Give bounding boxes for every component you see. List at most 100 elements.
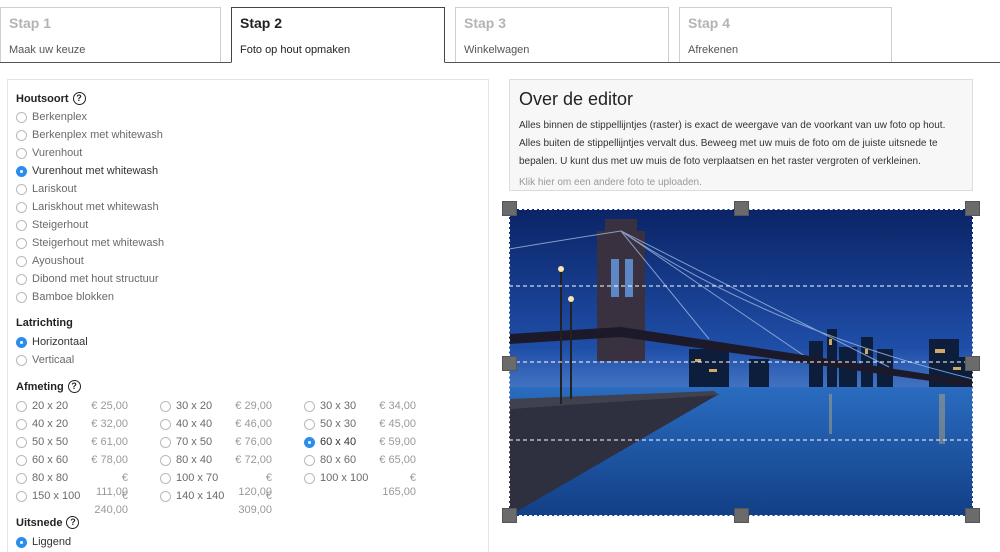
radio-button[interactable]: [304, 472, 315, 484]
resize-handle-top-right[interactable]: [965, 201, 980, 216]
houtsoort-option[interactable]: Bamboe blokken: [16, 290, 114, 304]
houtsoort-option[interactable]: Berkenplex met whitewash: [16, 128, 163, 142]
radio-button[interactable]: [16, 129, 27, 141]
radio-button[interactable]: [16, 336, 27, 348]
houtsoort-option[interactable]: Steigerhout: [16, 218, 88, 232]
radio-button[interactable]: [160, 472, 171, 484]
radio-button[interactable]: [16, 291, 27, 303]
size-price: € 120,00: [238, 472, 272, 498]
option-label: Verticaal: [32, 354, 75, 366]
radio-button[interactable]: [160, 454, 171, 466]
houtsoort-option[interactable]: Vurenhout met whitewash: [16, 164, 158, 178]
step-2-tab[interactable]: Stap 2 Foto op hout opmaken: [231, 7, 445, 63]
radio-button[interactable]: [160, 490, 171, 502]
step-3-tab[interactable]: Stap 3 Winkelwagen: [455, 7, 669, 63]
size-option[interactable]: 60 x 40: [304, 435, 378, 449]
size-option[interactable]: 70 x 50: [160, 435, 234, 449]
upload-other-photo-link[interactable]: Klik hier om een andere foto te uploaden…: [519, 177, 963, 189]
radio-button[interactable]: [160, 400, 171, 412]
houtsoort-option[interactable]: Steigerhout met whitewash: [16, 236, 164, 250]
radio-button[interactable]: [16, 436, 27, 448]
radio-button[interactable]: [160, 436, 171, 448]
radio-button[interactable]: [16, 400, 27, 412]
radio-button[interactable]: [304, 400, 315, 412]
step-1-tab[interactable]: Stap 1 Maak uw keuze: [0, 7, 221, 63]
size-label: 80 x 80: [32, 472, 69, 484]
resize-handle-middle-right[interactable]: [965, 356, 980, 371]
size-option[interactable]: 50 x 30: [304, 417, 378, 431]
size-label: 30 x 20: [176, 400, 213, 412]
radio-button[interactable]: [160, 418, 171, 430]
radio-button[interactable]: [304, 418, 315, 430]
houtsoort-option[interactable]: Vurenhout: [16, 146, 82, 160]
radio-button[interactable]: [16, 201, 27, 213]
size-price: € 165,00: [382, 472, 416, 498]
option-label: Horizontaal: [32, 336, 88, 348]
resize-handle-top-center[interactable]: [734, 201, 749, 216]
size-option[interactable]: 40 x 20: [16, 417, 90, 431]
step-subtitle: Afrekenen: [688, 44, 739, 56]
steps-divider: [0, 62, 1000, 63]
size-label: 40 x 20: [32, 418, 69, 430]
radio-button[interactable]: [16, 255, 27, 267]
uitsnede-heading: Uitsnede ?: [16, 516, 80, 529]
size-option[interactable]: 30 x 30: [304, 399, 378, 413]
size-price: € 72,00: [235, 454, 272, 466]
houtsoort-option[interactable]: Ayoushout: [16, 254, 84, 268]
latrichting-option[interactable]: Horizontaal: [16, 335, 88, 349]
radio-button[interactable]: [16, 454, 27, 466]
radio-button[interactable]: [16, 147, 27, 159]
resize-handle-bottom-center[interactable]: [734, 508, 749, 523]
resize-handle-top-left[interactable]: [502, 201, 517, 216]
radio-button[interactable]: [16, 183, 27, 195]
size-label: 150 x 100: [32, 490, 81, 502]
radio-button[interactable]: [304, 454, 315, 466]
radio-button[interactable]: [16, 536, 27, 548]
size-option[interactable]: 140 x 140: [160, 489, 234, 503]
houtsoort-option[interactable]: Dibond met hout structuur: [16, 272, 159, 286]
resize-handle-bottom-left[interactable]: [502, 508, 517, 523]
radio-button[interactable]: [16, 165, 27, 177]
radio-button[interactable]: [16, 273, 27, 285]
size-label: 70 x 50: [176, 436, 213, 448]
size-option[interactable]: 80 x 80: [16, 471, 90, 485]
houtsoort-option[interactable]: Lariskhout met whitewash: [16, 200, 159, 214]
size-option[interactable]: 80 x 60: [304, 453, 378, 467]
size-option[interactable]: 80 x 40: [160, 453, 234, 467]
size-option[interactable]: 100 x 100: [304, 471, 378, 485]
houtsoort-option[interactable]: Berkenplex: [16, 110, 87, 124]
radio-button[interactable]: [16, 418, 27, 430]
step-4-tab[interactable]: Stap 4 Afrekenen: [679, 7, 892, 63]
size-option[interactable]: 30 x 20: [160, 399, 234, 413]
help-icon[interactable]: ?: [67, 380, 81, 393]
radio-button[interactable]: [16, 237, 27, 249]
uitsnede-option[interactable]: Liggend: [16, 535, 71, 549]
radio-button[interactable]: [304, 436, 315, 448]
radio-button[interactable]: [16, 111, 27, 123]
radio-button[interactable]: [16, 472, 27, 484]
size-option[interactable]: 40 x 40: [160, 417, 234, 431]
options-panel: Houtsoort ? Berkenplex Berkenplex met whi…: [7, 79, 489, 552]
help-icon[interactable]: ?: [72, 92, 86, 105]
radio-button[interactable]: [16, 490, 27, 502]
resize-handle-bottom-right[interactable]: [965, 508, 980, 523]
step-subtitle: Maak uw keuze: [9, 44, 86, 56]
radio-button[interactable]: [16, 219, 27, 231]
size-label: 100 x 70: [176, 472, 219, 484]
help-icon[interactable]: ?: [66, 516, 80, 529]
size-price: € 29,00: [235, 400, 272, 412]
latrichting-option[interactable]: Verticaal: [16, 353, 74, 367]
size-option[interactable]: 60 x 60: [16, 453, 90, 467]
radio-button[interactable]: [16, 354, 27, 366]
size-option[interactable]: 150 x 100: [16, 489, 90, 503]
option-label: Vurenhout met whitewash: [32, 165, 159, 177]
size-option[interactable]: 50 x 50: [16, 435, 90, 449]
size-price: € 240,00: [94, 490, 128, 516]
step-title: Stap 3: [464, 15, 507, 31]
option-label: Steigerhout: [32, 219, 89, 231]
size-option[interactable]: 100 x 70: [160, 471, 234, 485]
houtsoort-heading: Houtsoort ?: [16, 92, 86, 105]
size-option[interactable]: 20 x 20: [16, 399, 90, 413]
houtsoort-option[interactable]: Lariskout: [16, 182, 77, 196]
resize-handle-middle-left[interactable]: [502, 356, 517, 371]
